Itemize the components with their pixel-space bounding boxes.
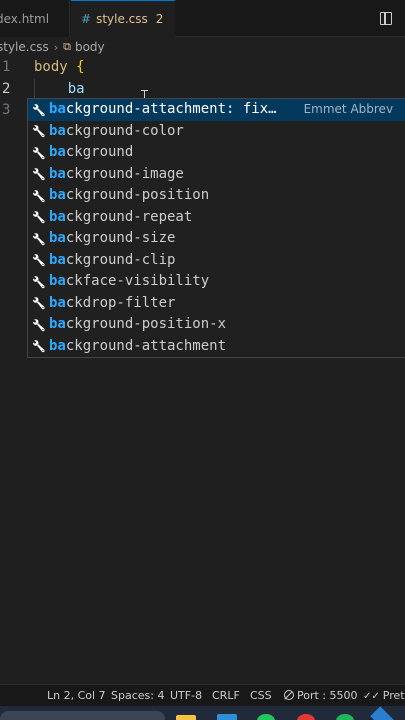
suggestion-label: ckground-attachment	[65, 337, 227, 354]
os-taskbar	[0, 706, 405, 720]
tab-style-css[interactable]: # style.css 2	[71, 0, 175, 37]
wrench-icon	[32, 339, 46, 353]
cursor-position[interactable]: Ln 2, Col 7	[47, 689, 106, 702]
suggestion-label: ckground-position	[65, 187, 210, 203]
suggestion-match: ba	[49, 251, 66, 268]
suggestion-label: ckground-image	[65, 165, 184, 182]
suggestion-match: ba	[49, 187, 66, 203]
broadcast-icon	[284, 690, 294, 700]
chevron-right-icon: ›	[53, 40, 59, 54]
suggestion-match: ba	[49, 294, 66, 311]
suggestion-item[interactable]: background-position	[28, 185, 405, 207]
css-selector: body	[34, 59, 68, 75]
suggestion-item[interactable]: background-position-x	[28, 314, 405, 336]
suggestion-label: ckground-size	[65, 230, 176, 246]
suggestion-label: ckface-visibility	[65, 273, 210, 289]
wrench-icon	[32, 210, 46, 224]
suggestion-label: ckground	[65, 144, 134, 160]
suggestion-item[interactable]: background-repeat	[28, 207, 405, 229]
line-number: 3	[2, 102, 11, 118]
suggestion-match: ba	[49, 208, 66, 225]
suggestion-match: ba	[49, 101, 66, 117]
problem-count-badge: 2	[155, 12, 164, 26]
prettier-label: Pretti	[382, 689, 405, 702]
suggestion-match: ba	[49, 165, 66, 182]
breadcrumb: style.css › ⧉ body	[0, 37, 405, 57]
suggestion-match: ba	[49, 273, 66, 289]
suggestion-item[interactable]: background-attachment: fix… Emmet Abbrev	[28, 99, 405, 121]
double-check-icon: ✓✓	[363, 691, 380, 702]
suggestion-detail: Emmet Abbrev	[303, 102, 394, 116]
suggestion-item[interactable]: background-image	[28, 164, 405, 186]
suggestion-item[interactable]: background	[28, 142, 405, 164]
wrench-icon	[32, 124, 46, 138]
breadcrumb-symbol[interactable]: body	[75, 40, 105, 54]
language-mode[interactable]: CSS	[250, 689, 272, 702]
code-line: ba	[34, 79, 85, 101]
autocomplete-suggestions: background-attachment: fix… Emmet Abbrev…	[27, 98, 405, 358]
wrench-icon	[32, 296, 46, 310]
suggestion-match: ba	[49, 316, 66, 332]
tab-bar: dex.html # style.css 2	[0, 0, 405, 37]
vscode-icon[interactable]	[370, 706, 396, 720]
css-file-icon: #	[81, 12, 92, 26]
wrench-icon	[32, 103, 46, 117]
status-bar: Ln 2, Col 7 Spaces: 4 UTF-8 CRLF CSS Por…	[0, 684, 405, 706]
suggestion-label: ckground-clip	[65, 251, 176, 268]
live-server-port[interactable]: Port : 5500	[284, 689, 358, 702]
suggestion-label: ckground-repeat	[65, 208, 193, 225]
typed-property: ba	[67, 80, 85, 97]
suggestion-label: ckground-color	[65, 122, 184, 139]
port-label: Port : 5500	[297, 689, 358, 702]
symbol-class-icon: ⧉	[63, 40, 71, 53]
prettier-status[interactable]: ✓✓Pretti	[363, 689, 405, 702]
browser-icon[interactable]	[297, 714, 315, 720]
breadcrumb-file[interactable]: style.css	[0, 40, 49, 54]
wrench-icon	[32, 146, 46, 160]
code-line: body {	[34, 57, 85, 79]
suggestion-label: ckground-attachment: fix…	[65, 101, 277, 117]
open-brace: {	[67, 59, 85, 75]
file-explorer-icon[interactable]	[176, 715, 196, 720]
line-number: 1	[2, 59, 11, 75]
eol-setting[interactable]: CRLF	[212, 689, 240, 702]
app-green-icon[interactable]	[257, 714, 275, 720]
suggestion-item[interactable]: background-attachment	[28, 336, 405, 358]
taskbar-search[interactable]	[0, 711, 165, 720]
suggestion-item[interactable]: background-size	[28, 228, 405, 250]
app-green-icon[interactable]	[336, 714, 354, 720]
tab-index-html[interactable]: dex.html	[0, 0, 70, 37]
suggestion-match: ba	[49, 122, 66, 139]
wrench-icon	[32, 167, 46, 181]
suggestion-item[interactable]: backdrop-filter	[28, 293, 405, 315]
suggestion-match: ba	[49, 337, 66, 354]
wrench-icon	[32, 189, 46, 203]
suggestion-item[interactable]: background-clip	[28, 250, 405, 272]
encoding-setting[interactable]: UTF-8	[170, 689, 202, 702]
suggestion-label: ckground-position-x	[65, 316, 227, 332]
wrench-icon	[32, 232, 46, 246]
wrench-icon	[32, 318, 46, 332]
tab-label: style.css	[96, 12, 148, 26]
split-editor-icon[interactable]	[380, 12, 392, 25]
tab-label: dex.html	[0, 11, 50, 26]
suggestion-item[interactable]: backface-visibility	[28, 271, 405, 293]
suggestion-match: ba	[49, 230, 66, 246]
suggestion-label: ckdrop-filter	[65, 294, 176, 311]
wrench-icon	[32, 253, 46, 267]
suggestion-match: ba	[49, 144, 66, 160]
line-number: 2	[2, 80, 11, 97]
app-icon[interactable]	[217, 714, 237, 720]
indentation-setting[interactable]: Spaces: 4	[111, 689, 164, 702]
wrench-icon	[32, 275, 46, 289]
suggestion-item[interactable]: background-color	[28, 121, 405, 143]
line-number-gutter: 1 2 3	[0, 57, 20, 122]
